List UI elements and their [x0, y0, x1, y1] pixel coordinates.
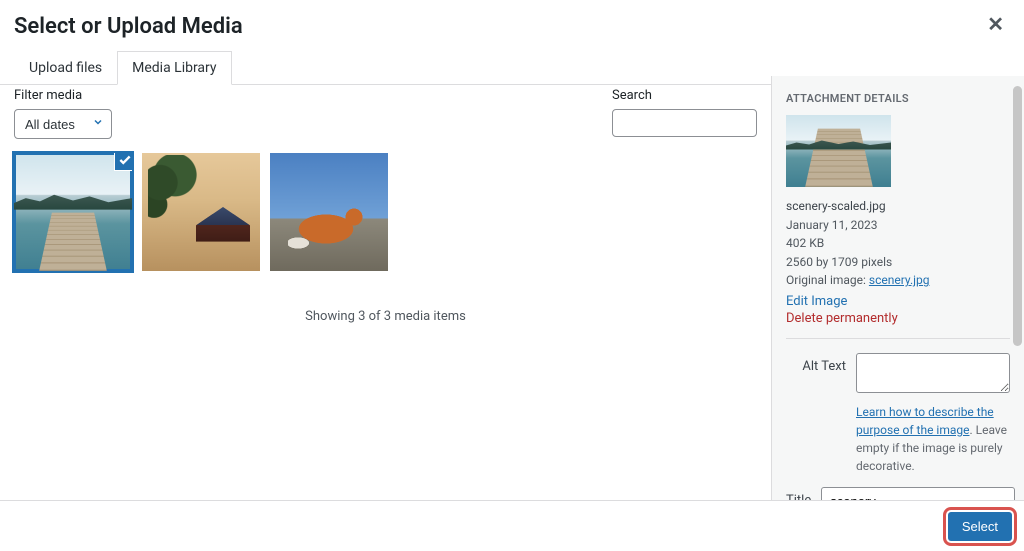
attachment-dimensions: 2560 by 1709 pixels: [786, 253, 1010, 272]
filter-dates-select[interactable]: All dates: [14, 109, 112, 139]
media-count-status: Showing 3 of 3 media items: [14, 309, 757, 324]
modal-title: Select or Upload Media: [14, 14, 243, 40]
filter-label: Filter media: [14, 88, 112, 103]
alt-text-input[interactable]: [856, 353, 1010, 393]
title-label: Title: [786, 487, 811, 500]
media-thumb-3[interactable]: [270, 153, 388, 271]
original-label: Original image:: [786, 273, 869, 287]
original-image-link[interactable]: scenery.jpg: [869, 273, 930, 287]
alt-text-hint: Learn how to describe the purpose of the…: [856, 403, 1010, 475]
sidebar-scrollbar[interactable]: [1013, 86, 1022, 346]
attachment-preview: [786, 115, 891, 187]
search-label: Search: [612, 88, 757, 103]
attachment-filesize: 402 KB: [786, 234, 1010, 253]
attachment-filename: scenery-scaled.jpg: [786, 197, 1010, 216]
search-input[interactable]: [612, 109, 757, 137]
title-input[interactable]: [821, 487, 1015, 500]
select-button[interactable]: Select: [948, 512, 1012, 541]
attachment-original: Original image: scenery.jpg: [786, 271, 1010, 290]
sidebar-divider: [786, 338, 1010, 339]
delete-permanently-link[interactable]: Delete permanently: [786, 311, 1010, 326]
alt-text-label: Alt Text: [786, 353, 846, 374]
edit-image-link[interactable]: Edit Image: [786, 294, 1010, 309]
media-main-panel: Filter media All dates Search: [0, 76, 772, 500]
close-icon[interactable]: ✕: [983, 14, 1008, 34]
attachment-details-heading: ATTACHMENT DETAILS: [786, 92, 1010, 105]
media-grid: [14, 153, 757, 271]
media-thumb-1[interactable]: [14, 153, 132, 271]
selected-check-icon[interactable]: [114, 153, 132, 171]
media-thumb-2[interactable]: [142, 153, 260, 271]
attachment-sidebar: ATTACHMENT DETAILS scenery-scaled.jpg Ja…: [772, 76, 1024, 500]
attachment-date: January 11, 2023: [786, 216, 1010, 235]
modal-footer: Select: [0, 500, 1024, 551]
